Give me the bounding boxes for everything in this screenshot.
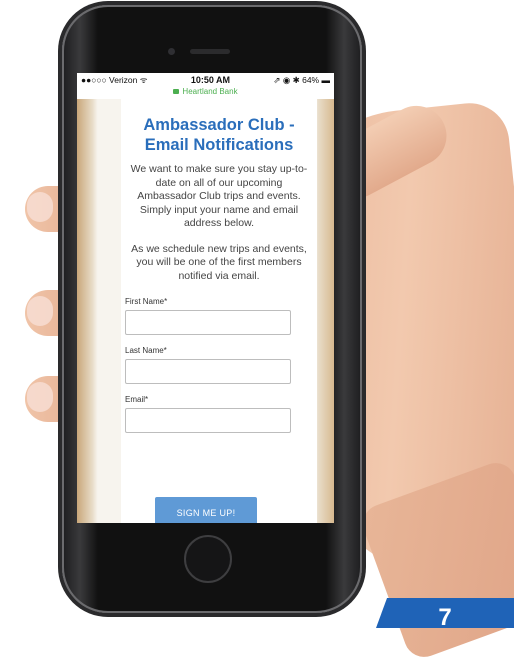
status-icons: ⇗ ◉ ✱ 64% ▬ xyxy=(273,74,330,85)
carrier-signal: ●●○○○ Verizon ᯤ xyxy=(81,74,148,85)
url-text: Heartland Bank xyxy=(182,87,238,96)
last-name-label: Last Name* xyxy=(125,346,167,355)
browser-url-bar[interactable]: Heartland Bank xyxy=(77,87,334,99)
first-name-label: First Name* xyxy=(125,297,168,306)
lock-icon xyxy=(173,89,180,94)
front-camera-icon xyxy=(168,48,175,55)
sign-up-button[interactable]: SIGN ME UP! xyxy=(155,497,257,523)
page-title-line1: Ambassador Club - xyxy=(143,116,295,134)
email-label: Email* xyxy=(125,395,149,404)
nail xyxy=(27,192,53,222)
notify-paragraph: As we schedule new trips and events, you… xyxy=(131,242,307,282)
form-container: Ambassador Club - Email Notifications We… xyxy=(121,99,317,523)
intro-paragraph: We want to make sure you stay up-to-date… xyxy=(130,163,308,229)
last-name-input[interactable] xyxy=(125,359,291,384)
speaker-grille xyxy=(190,49,230,54)
phone-screen: ●●○○○ Verizon ᯤ 10:50 AM ⇗ ◉ ✱ 64% ▬ Hea… xyxy=(77,73,334,523)
nail xyxy=(27,382,53,412)
page-number-badge: 7 xyxy=(376,598,514,628)
clock: 10:50 AM xyxy=(190,75,231,85)
page-title: Ambassador Club - Email Notifications xyxy=(121,115,317,155)
page-title-line2: Email Notifications xyxy=(144,136,294,154)
email-input[interactable] xyxy=(125,408,291,433)
first-name-input[interactable] xyxy=(125,310,291,335)
nail xyxy=(27,296,53,326)
home-button[interactable] xyxy=(184,535,232,583)
status-bar: ●●○○○ Verizon ᯤ 10:50 AM ⇗ ◉ ✱ 64% ▬ xyxy=(77,73,334,87)
